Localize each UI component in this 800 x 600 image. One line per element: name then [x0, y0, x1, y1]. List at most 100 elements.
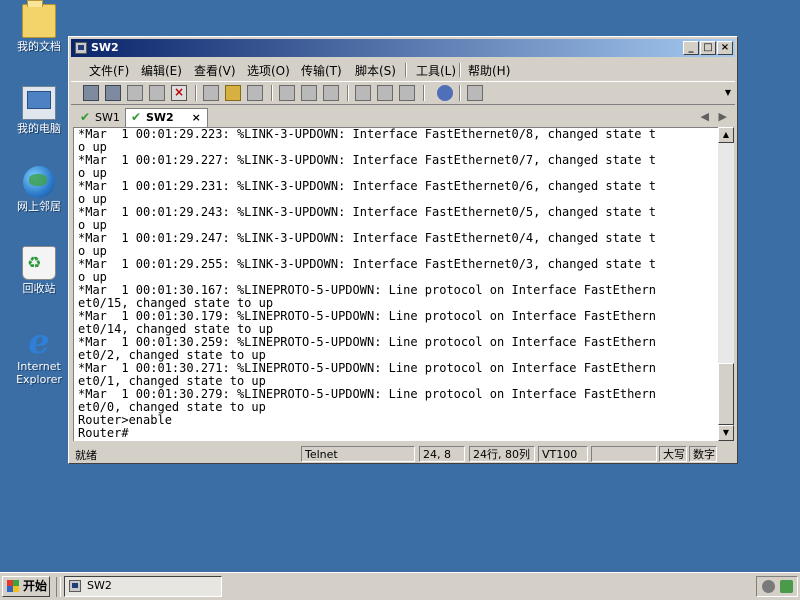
toolbar-overflow-icon[interactable]: ▼	[725, 88, 731, 97]
minimize-button[interactable]: _	[683, 41, 699, 55]
status-ready: 就绪	[75, 449, 97, 462]
recycle-bin-icon	[22, 246, 56, 280]
toolbar: × ▼	[71, 81, 735, 105]
close-button[interactable]: ×	[717, 41, 733, 55]
menu-transfer[interactable]: 传输(T)	[301, 62, 342, 79]
connect-tab-icon[interactable]	[127, 85, 143, 101]
scroll-up-icon[interactable]: ▲	[718, 127, 734, 143]
window-title: SW2	[91, 41, 119, 54]
global-options-icon[interactable]	[377, 85, 393, 101]
internet-explorer-icon: e	[28, 322, 50, 362]
taskbar-grip	[56, 577, 61, 597]
vertical-scrollbar[interactable]: ▲ ▼	[718, 127, 734, 441]
speaker-icon[interactable]	[762, 580, 775, 593]
window-titlebar[interactable]: SW2 _ □ ×	[71, 39, 735, 57]
help-icon[interactable]	[437, 85, 453, 101]
desktop-icon-label: 回收站	[22, 282, 56, 295]
my-computer-icon	[22, 86, 56, 120]
start-label: 开始	[23, 579, 48, 593]
tab-next-icon[interactable]: ▶	[719, 110, 727, 123]
terminal-line: *Mar 1 00:01:30.271: %LINEPROTO-5-UPDOWN…	[78, 361, 656, 375]
terminal-line: o up	[78, 140, 107, 154]
keymap-icon[interactable]	[399, 85, 415, 101]
app-icon	[69, 580, 81, 592]
status-emulation: VT100	[538, 446, 588, 462]
tab-sw2[interactable]: ✔ SW2 ×	[125, 108, 208, 127]
paste-icon[interactable]	[225, 85, 241, 101]
reconnect-icon[interactable]	[149, 85, 165, 101]
terminal-line: *Mar 1 00:01:30.179: %LINEPROTO-5-UPDOWN…	[78, 309, 656, 323]
terminal-line: o up	[78, 244, 107, 258]
menu-bar: 文件(F) 编辑(E) 查看(V) 选项(O) 传输(T) 脚本(S) 工具(L…	[71, 59, 735, 79]
terminal-line: et0/15, changed state to up	[78, 296, 274, 310]
desktop-icon-my-documents[interactable]: 我的文档	[8, 0, 70, 53]
terminal-line: *Mar 1 00:01:29.247: %LINK-3-UPDOWN: Int…	[78, 231, 656, 245]
menu-separator	[459, 63, 461, 77]
desktop-icon-recycle-bin[interactable]: 回收站	[8, 246, 70, 295]
network-icon[interactable]	[780, 580, 793, 593]
menu-edit[interactable]: 编辑(E)	[141, 62, 182, 79]
toolbar-separator	[423, 85, 425, 101]
copy-icon[interactable]	[203, 85, 219, 101]
terminal-line: et0/1, changed state to up	[78, 374, 266, 388]
status-caps: 大写	[659, 446, 687, 462]
desktop-icon-label: 网上邻居	[17, 200, 61, 213]
system-tray	[756, 576, 798, 597]
terminal-line: *Mar 1 00:01:29.227: %LINK-3-UPDOWN: Int…	[78, 153, 656, 167]
terminal-line: et0/14, changed state to up	[78, 322, 274, 336]
menu-file[interactable]: 文件(F)	[89, 62, 129, 79]
start-button[interactable]: 开始	[2, 576, 50, 597]
session-options-icon[interactable]	[355, 85, 371, 101]
connect-icon[interactable]	[83, 85, 99, 101]
terminal-line: *Mar 1 00:01:29.223: %LINK-3-UPDOWN: Int…	[78, 127, 656, 141]
terminal-line: Router>enable	[78, 413, 172, 427]
terminal-line: *Mar 1 00:01:29.255: %LINK-3-UPDOWN: Int…	[78, 257, 656, 271]
terminal-line: o up	[78, 166, 107, 180]
printer-icon[interactable]	[323, 85, 339, 101]
tab-label: SW2	[146, 111, 174, 124]
about-icon[interactable]	[467, 85, 483, 101]
menu-tools[interactable]: 工具(L)	[416, 62, 456, 79]
taskbar: 开始 SW2	[0, 572, 800, 600]
menu-script[interactable]: 脚本(S)	[355, 62, 396, 79]
menu-separator	[405, 63, 407, 77]
app-icon	[75, 42, 87, 54]
status-protocol: Telnet	[301, 446, 415, 462]
terminal-line: *Mar 1 00:01:30.167: %LINEPROTO-5-UPDOWN…	[78, 283, 656, 297]
status-bar: 就绪 Telnet 24, 8 24行, 80列 VT100 大写 数字	[71, 445, 735, 463]
scroll-thumb[interactable]	[718, 363, 734, 425]
print-icon[interactable]	[279, 85, 295, 101]
terminal-screen[interactable]: *Mar 1 00:01:29.223: %LINK-3-UPDOWN: Int…	[73, 127, 718, 441]
menu-view[interactable]: 查看(V)	[194, 62, 236, 79]
taskbar-item-sw2[interactable]: SW2	[64, 576, 222, 597]
quick-connect-icon[interactable]	[105, 85, 121, 101]
desktop-icon-label: 我的电脑	[17, 122, 61, 135]
status-num: 数字	[689, 446, 717, 462]
toolbar-separator	[459, 85, 461, 101]
tab-close-icon[interactable]: ×	[192, 111, 201, 124]
print-setup-icon[interactable]	[301, 85, 317, 101]
terminal-line: *Mar 1 00:01:30.279: %LINEPROTO-5-UPDOWN…	[78, 387, 656, 401]
desktop-icon-my-computer[interactable]: 我的电脑	[8, 86, 70, 135]
scroll-down-icon[interactable]: ▼	[718, 425, 734, 441]
terminal-line: et0/2, changed state to up	[78, 348, 266, 362]
network-places-icon	[23, 166, 55, 198]
terminal-line: Router#	[78, 426, 129, 440]
terminal-line: *Mar 1 00:01:29.243: %LINK-3-UPDOWN: Int…	[78, 205, 656, 219]
find-icon[interactable]	[247, 85, 263, 101]
terminal-line: o up	[78, 192, 107, 206]
my-documents-folder-icon	[22, 0, 56, 38]
desktop-icon-internet-explorer[interactable]: e Internet Explorer	[8, 322, 70, 386]
session-tabs: ✔ SW1 ✔ SW2 × ◀ ▶	[71, 107, 735, 127]
menu-options[interactable]: 选项(O)	[247, 62, 290, 79]
desktop-icon-network-places[interactable]: 网上邻居	[8, 166, 70, 213]
maximize-button[interactable]: □	[700, 41, 716, 55]
terminal-line: *Mar 1 00:01:29.231: %LINK-3-UPDOWN: Int…	[78, 179, 656, 193]
connected-check-icon: ✔	[131, 110, 142, 124]
desktop-icon-label: 我的文档	[17, 40, 61, 53]
connected-check-icon: ✔	[80, 110, 91, 124]
tab-sw1[interactable]: ✔ SW1	[75, 109, 126, 126]
menu-help[interactable]: 帮助(H)	[468, 62, 510, 79]
tab-prev-icon[interactable]: ◀	[701, 110, 709, 123]
disconnect-icon[interactable]: ×	[171, 85, 187, 101]
